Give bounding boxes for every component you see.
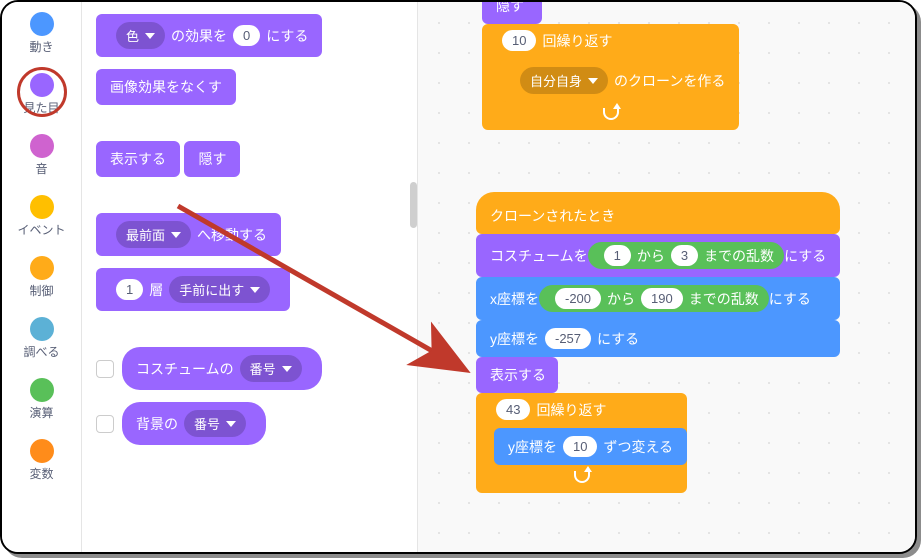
block-repeat-2[interactable]: 43 回繰り返す y座標を 10 ずつ変える [476,393,687,493]
input-rand-to[interactable]: 3 [671,245,698,266]
category-dot [30,439,54,463]
block-clear-effects[interactable]: 画像効果をなくす [96,69,236,105]
block-set-y[interactable]: y座標を -257 にする [476,320,840,357]
operator-random-1[interactable]: 1 から 3 までの乱数 [588,242,784,269]
category-sensing[interactable]: 調べる [2,307,81,368]
block-goto-layer[interactable]: 最前面 へ移動する [96,213,281,256]
loop-arrow-icon [603,108,619,120]
input-change-y-value[interactable]: 10 [563,436,597,457]
dropdown-layer-dir[interactable]: 手前に出す [169,276,270,303]
dropdown-effect[interactable]: 色 [116,22,165,49]
reporter-costume-row: コスチュームの 番号 [96,347,417,390]
block-set-costume[interactable]: コスチュームを 1 から 3 までの乱数 にする [476,234,840,277]
block-hide-ws[interactable]: 隠す [482,0,542,24]
category-looks[interactable]: 見た目 [2,63,81,124]
input-rand-from[interactable]: -200 [555,288,601,309]
block-repeat-1[interactable]: 10 回繰り返す 自分自身 のクローンを作る [482,24,739,130]
palette-scrollbar[interactable] [410,182,417,228]
category-events[interactable]: イベント [2,185,81,246]
category-label: イベント [2,221,81,238]
block-palette[interactable]: 色 の効果を 0 にする 画像効果をなくす 表示する 隠す 最前面 へ移動する … [82,2,418,552]
block-when-cloned[interactable]: クローンされたとき [476,192,840,234]
block-set-effect[interactable]: 色 の効果を 0 にする [96,14,322,57]
input-repeat-count[interactable]: 43 [496,399,530,420]
input-rand-to[interactable]: 190 [641,288,683,309]
category-label: 調べる [2,343,81,360]
dropdown-layer[interactable]: 最前面 [116,221,191,248]
app-frame: 動き 見た目 音 イベント 制御 調べる 演算 変数 [0,0,917,554]
category-label: 動き [2,38,81,55]
category-dot [30,378,54,402]
chevron-down-icon [588,78,598,84]
category-dot [30,73,54,97]
chevron-down-icon [282,366,292,372]
chevron-down-icon [226,421,236,427]
category-dot [30,134,54,158]
category-label: 見た目 [2,99,81,116]
reporter-backdrop[interactable]: 背景の 番号 [122,402,266,445]
category-sound[interactable]: 音 [2,124,81,185]
category-motion[interactable]: 動き [2,2,81,63]
category-label: 制御 [2,282,81,299]
block-change-layer[interactable]: 1 層 手前に出す [96,268,290,311]
category-label: 変数 [2,465,81,482]
monitor-checkbox[interactable] [96,360,114,378]
input-layers[interactable]: 1 [116,279,143,300]
category-dot [30,195,54,219]
category-operators[interactable]: 演算 [2,368,81,429]
category-dot [30,317,54,341]
monitor-checkbox[interactable] [96,415,114,433]
category-dot [30,256,54,280]
block-show-ws[interactable]: 表示する [476,357,558,393]
chevron-down-icon [250,287,260,293]
category-control[interactable]: 制御 [2,246,81,307]
reporter-costume[interactable]: コスチュームの 番号 [122,347,322,390]
input-y-value[interactable]: -257 [545,328,591,349]
input-repeat-count[interactable]: 10 [502,30,536,51]
category-variables[interactable]: 変数 [2,429,81,490]
reporter-backdrop-row: 背景の 番号 [96,402,417,445]
script-stack-1[interactable]: 隠す 10 回繰り返す 自分自身 のクローンを作る [482,0,739,130]
category-label: 演算 [2,404,81,421]
block-create-clone[interactable]: 自分自身 のクローンを作る [500,59,739,102]
script-stack-2[interactable]: クローンされたとき コスチュームを 1 から 3 までの乱数 にする x座標を … [476,192,840,493]
category-dot [30,12,54,36]
category-label: 音 [2,160,81,177]
dropdown-backdrop-attr[interactable]: 番号 [184,410,246,437]
block-change-y[interactable]: y座標を 10 ずつ変える [494,428,687,465]
chevron-down-icon [171,232,181,238]
dropdown-costume-attr[interactable]: 番号 [240,355,302,382]
block-set-x[interactable]: x座標を -200 から 190 までの乱数 にする [476,277,840,320]
script-workspace[interactable]: 隠す 10 回繰り返す 自分自身 のクローンを作る クローンされたとき コス [418,2,915,552]
block-hide[interactable]: 隠す [184,141,240,177]
input-rand-from[interactable]: 1 [604,245,631,266]
chevron-down-icon [145,33,155,39]
loop-arrow-icon [574,471,590,483]
category-column: 動き 見た目 音 イベント 制御 調べる 演算 変数 [2,2,82,552]
input-effect-value[interactable]: 0 [233,25,260,46]
block-show[interactable]: 表示する [96,141,180,177]
operator-random-2[interactable]: -200 から 190 までの乱数 [539,285,769,312]
dropdown-clone-target[interactable]: 自分自身 [520,67,608,94]
